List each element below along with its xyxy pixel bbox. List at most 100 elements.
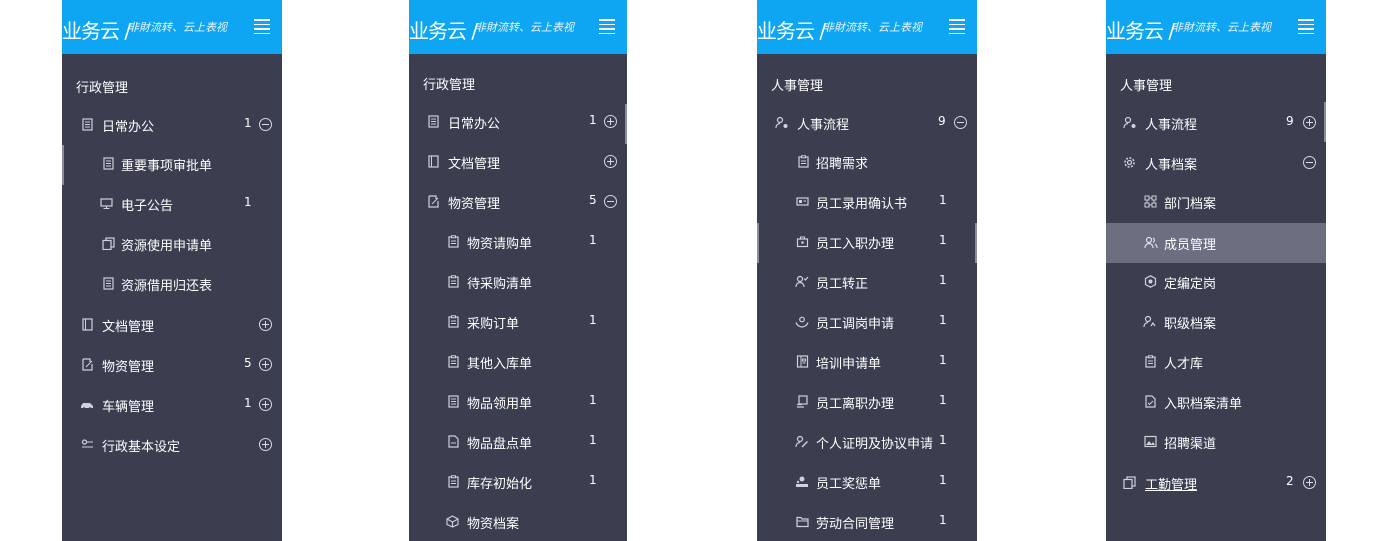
count-badge: 1 [939, 233, 947, 247]
sidebar-item-materials[interactable]: 物资管理 5 [409, 184, 627, 220]
scroll-indicator [1324, 102, 1326, 142]
sidebar-item-training[interactable]: 培训申请单 1 [757, 344, 977, 380]
id-card-icon [796, 195, 809, 208]
sidebar-item-hr-archive[interactable]: 人事档案 [1106, 145, 1326, 181]
sidebar-item-daily-office[interactable]: 日常办公 1 [409, 104, 627, 140]
count-badge: 9 [938, 114, 946, 128]
file-check-icon [1144, 395, 1157, 408]
sidebar-item-admin-settings[interactable]: 行政基本设定 [62, 427, 282, 463]
sidebar-item-daily-office[interactable]: 日常办公 1 [62, 107, 282, 143]
sidebar-item-talent-pool[interactable]: 人才库 [1106, 344, 1326, 380]
count-badge: 1 [939, 393, 947, 407]
sidebar-item-label: 资源使用申请单 [121, 239, 213, 254]
sidebar-item-label: 物资管理 [448, 197, 501, 212]
brand-slogan: 非財流转、云上表视 [1172, 21, 1271, 34]
sidebar-item-stock-init[interactable]: 库存初始化 1 [409, 464, 627, 500]
sidebar-item-staffing[interactable]: 定编定岗 [1106, 264, 1326, 300]
count-badge: 1 [939, 193, 947, 207]
sidebar-item-rank-archive[interactable]: 职级档案 [1106, 304, 1326, 340]
sidebar-item-item-requisition[interactable]: 物品领用单 1 [409, 384, 627, 420]
collapse-icon[interactable] [604, 195, 617, 208]
expand-icon[interactable] [259, 358, 272, 371]
sidebar-item-transfer[interactable]: 员工调岗申请 1 [757, 304, 977, 340]
sidebar-item-label: 人事流程 [797, 118, 850, 133]
sidebar-item-doc-management[interactable]: 文档管理 [409, 144, 627, 180]
sidebar-item-hr-process[interactable]: 人事流程 9 [757, 105, 977, 141]
sidebar-item-label: 物资请购单 [467, 237, 533, 252]
sidebar-item-label: 重要事项审批单 [121, 159, 213, 174]
sidebar-item-vehicles[interactable]: 车辆管理 1 [62, 387, 282, 423]
sidebar-item-label: 员工转正 [816, 277, 869, 292]
sidebar-item-label: 物资档案 [467, 517, 520, 532]
sidebar-panel-4: 业务云 / 非財流转、云上表视 人事管理 人事流程 9 人事档案 部门档案 成员… [1106, 0, 1326, 541]
sidebar-item-important-approval[interactable]: 重要事项审批单 [62, 146, 282, 182]
hamburger-icon[interactable] [599, 19, 615, 34]
sidebar-item-dept-archive[interactable]: 部门档案 [1106, 184, 1326, 220]
sidebar-item-label: 员工入职办理 [816, 237, 895, 252]
collapse-icon[interactable] [1303, 156, 1316, 169]
expand-icon[interactable] [604, 115, 617, 128]
expand-icon[interactable] [259, 398, 272, 411]
sidebar-item-label: 培训申请单 [816, 357, 882, 372]
sidebar-item-label: 招聘需求 [816, 157, 869, 172]
sidebar-item-purchase-request[interactable]: 物资请购单 1 [409, 224, 627, 260]
brand-logo: 业务云 / [1106, 19, 1175, 43]
sidebar-item-attendance[interactable]: 工勤管理 2 [1106, 465, 1326, 501]
sidebar-item-recruit-channel[interactable]: 招聘渠道 [1106, 424, 1326, 460]
count-badge: 1 [589, 233, 597, 247]
sidebar-item-label: 文档管理 [448, 157, 501, 172]
hamburger-icon[interactable] [254, 19, 270, 34]
sidebar-item-hr-process[interactable]: 人事流程 9 [1106, 105, 1326, 141]
app-header: 业务云 / 非財流转、云上表视 [62, 0, 282, 54]
hamburger-icon[interactable] [1298, 19, 1314, 34]
count-badge: 1 [589, 473, 597, 487]
sidebar-item-doc-management[interactable]: 文档管理 [62, 307, 282, 343]
expand-icon[interactable] [259, 438, 272, 451]
sidebar-item-resource-use[interactable]: 资源使用申请单 [62, 226, 282, 262]
sidebar-item-resignation[interactable]: 员工离职办理 1 [757, 384, 977, 420]
sidebar-item-certificate[interactable]: 个人证明及协议申请 1 [757, 424, 977, 460]
sidebar-item-label: 资源借用归还表 [121, 279, 213, 294]
sidebar-item-purchase-order[interactable]: 采购订单 1 [409, 304, 627, 340]
sidebar-item-e-notice[interactable]: 电子公告 1 [62, 186, 282, 222]
sidebar-item-label: 个人证明及协议申请 [816, 437, 934, 452]
sidebar-item-label: 人事档案 [1145, 158, 1198, 173]
sidebar-item-to-purchase-list[interactable]: 待采购清单 [409, 264, 627, 300]
sidebar-item-reward-penalty[interactable]: 员工奖惩单 1 [757, 464, 977, 500]
clipboard-icon [447, 315, 460, 328]
expand-icon[interactable] [604, 155, 617, 168]
sidebar-item-label: 行政基本设定 [102, 440, 181, 455]
training-icon [796, 355, 809, 368]
expand-icon[interactable] [1303, 476, 1316, 489]
expand-icon[interactable] [259, 318, 272, 331]
sidebar-item-label: 员工调岗申请 [816, 317, 895, 332]
copy-icon [1123, 476, 1136, 489]
sidebar-item-recruit-need[interactable]: 招聘需求 [757, 144, 977, 180]
brand-slogan: 非財流转、云上表视 [823, 21, 922, 34]
sidebar-item-label: 车辆管理 [102, 400, 155, 415]
sidebar-item-resource-return[interactable]: 资源借用归还表 [62, 266, 282, 302]
expand-icon[interactable] [1303, 116, 1316, 129]
sidebar-item-inventory-check[interactable]: 物品盘点单 1 [409, 424, 627, 460]
sidebar-item-onboard-archive-list[interactable]: 入职档案清单 [1106, 384, 1326, 420]
count-badge: 1 [939, 273, 947, 287]
sidebar-item-offer-confirm[interactable]: 员工录用确认书 1 [757, 184, 977, 220]
badge-icon [1144, 275, 1157, 288]
sidebar-item-materials[interactable]: 物资管理 5 [62, 347, 282, 383]
sidebar-item-labor-contract[interactable]: 劳动合同管理 1 [757, 504, 977, 540]
clipboard-icon [1144, 355, 1157, 368]
brand-logo: 业务云 / [757, 19, 826, 43]
sidebar-item-regularization[interactable]: 员工转正 1 [757, 264, 977, 300]
book-icon [81, 318, 94, 331]
car-icon [80, 398, 93, 411]
sidebar-item-material-archive[interactable]: 物资档案 [409, 504, 627, 540]
collapse-icon[interactable] [259, 118, 272, 131]
app-header: 业务云 / 非財流转、云上表视 [757, 0, 977, 54]
sidebar-item-other-stock-in[interactable]: 其他入库单 [409, 344, 627, 380]
count-badge: 1 [939, 433, 947, 447]
sidebar-item-member-management[interactable]: 成员管理 [1106, 223, 1326, 263]
sidebar-item-onboarding[interactable]: 员工入职办理 1 [757, 224, 977, 260]
collapse-icon[interactable] [954, 116, 967, 129]
hamburger-icon[interactable] [949, 19, 965, 34]
clipboard-icon [447, 275, 460, 288]
